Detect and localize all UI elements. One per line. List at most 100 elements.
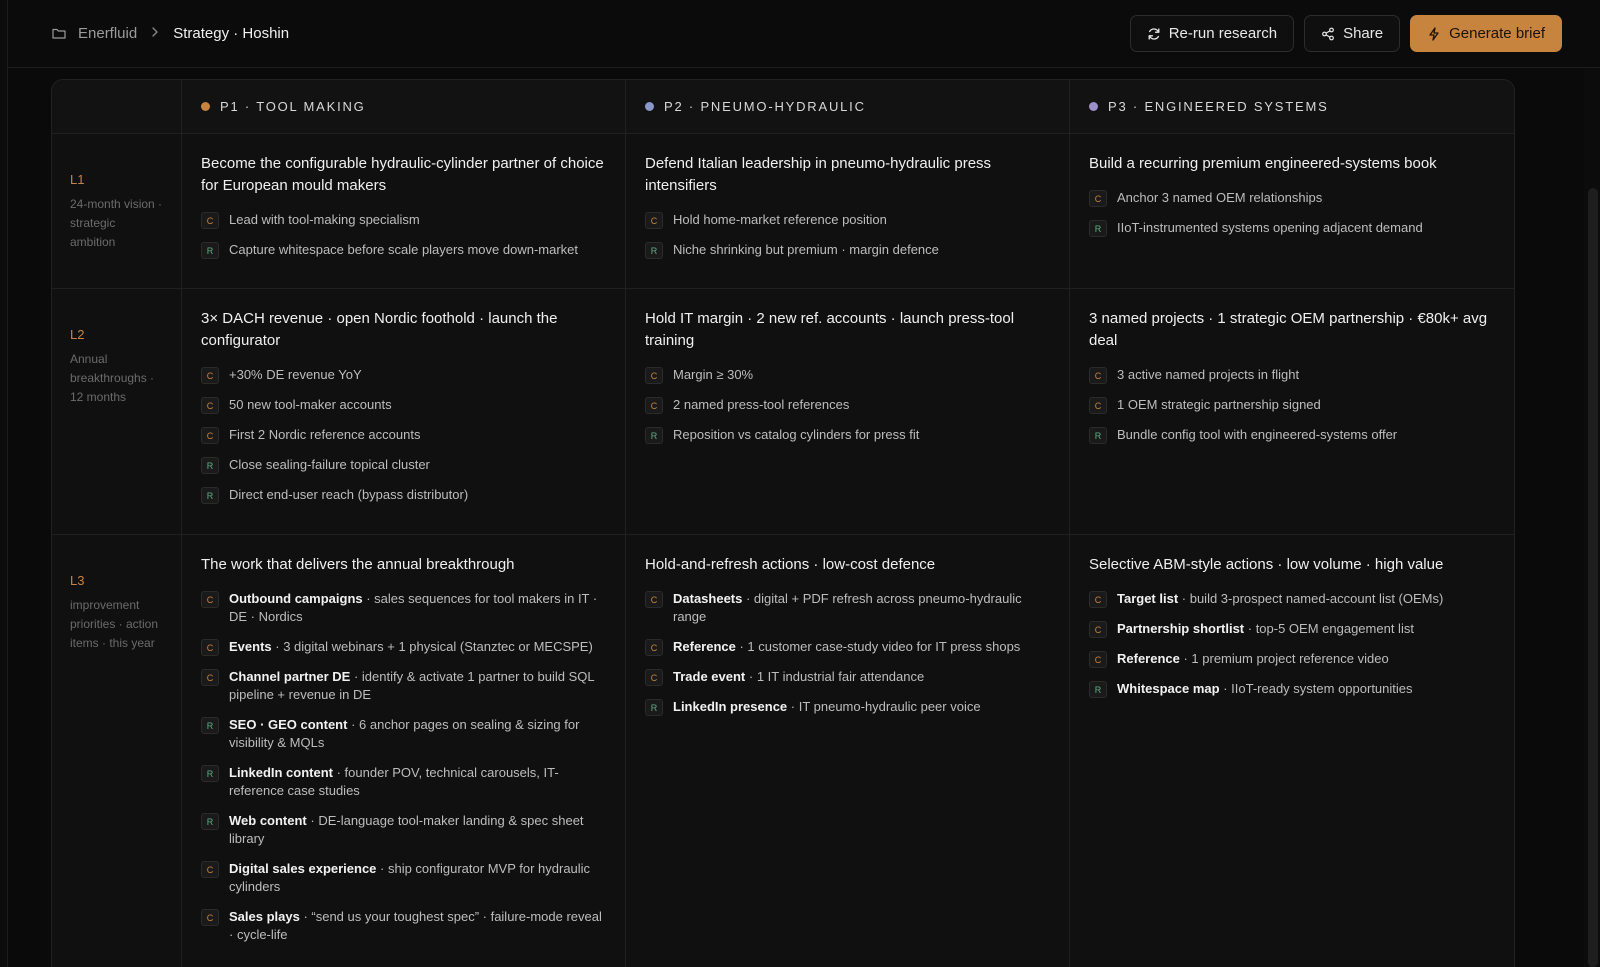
list-item[interactable]: C Digital sales experience · ship configu…	[201, 860, 606, 896]
item-text: Capture whitespace before scale players …	[229, 241, 578, 259]
list-item[interactable]: C Lead with tool-making specialism	[201, 211, 606, 229]
list-item[interactable]: R Web content · DE-language tool-maker la…	[201, 812, 606, 848]
item-text: Direct end-user reach (bypass distributo…	[229, 486, 468, 504]
list-item[interactable]: R Whitespace map · IIoT-ready system oppo…	[1089, 680, 1495, 698]
item-detail: Bundle config tool with engineered-syste…	[1117, 427, 1398, 442]
cell-items: C Target list · build 3-prospect named-ac…	[1089, 590, 1495, 698]
item-type-badge: C	[1089, 621, 1107, 638]
item-bold-label: Channel partner DE	[229, 669, 351, 684]
item-text: First 2 Nordic reference accounts	[229, 426, 420, 444]
item-detail: Lead with tool-making specialism	[229, 212, 420, 227]
matrix-cell-l2-p2[interactable]: Hold IT margin · 2 new ref. accounts · l…	[626, 289, 1070, 535]
left-rail	[0, 0, 8, 967]
list-item[interactable]: C Reference · 1 premium project reference…	[1089, 650, 1495, 668]
rerun-research-button[interactable]: Re-run research	[1129, 15, 1295, 52]
cell-title: Defend Italian leadership in pneumo-hydr…	[645, 155, 992, 194]
list-item[interactable]: R LinkedIn presence · IT pneumo-hydraulic…	[645, 698, 1050, 716]
item-text: Web content · DE-language tool-maker lan…	[229, 812, 606, 848]
item-detail: Hold home-market reference position	[673, 212, 887, 227]
share-button[interactable]: Share	[1304, 15, 1401, 52]
vertical-scrollbar[interactable]	[1584, 0, 1600, 967]
generate-brief-label: Generate brief	[1449, 25, 1545, 42]
list-item[interactable]: R Reposition vs catalog cylinders for pre…	[645, 426, 1050, 444]
list-item[interactable]: C Hold home-market reference position	[645, 211, 1050, 229]
list-item[interactable]: C 3 active named projects in flight	[1089, 366, 1495, 384]
item-text: Reposition vs catalog cylinders for pres…	[673, 426, 919, 444]
item-type-badge: C	[645, 639, 663, 656]
list-item[interactable]: C 2 named press-tool references	[645, 396, 1050, 414]
cell-title: Selective ABM-style actions · low volume…	[1089, 556, 1444, 573]
list-item[interactable]: C Datasheets · digital + PDF refresh acro…	[645, 590, 1050, 626]
level-label-l2: L2 Annual breakthroughs · 12 months	[52, 289, 182, 535]
cell-title: Become the configurable hydraulic-cylind…	[201, 155, 604, 194]
level-label-l1: L1 24-month vision · strategic ambition	[52, 134, 182, 289]
list-item[interactable]: C Reference · 1 customer case-study video…	[645, 638, 1050, 656]
item-detail: · 1 customer case-study video for IT pre…	[735, 639, 1021, 654]
item-detail: 50 new tool-maker accounts	[229, 397, 392, 412]
item-text: Sales plays · “send us your toughest spe…	[229, 908, 606, 944]
item-detail: · IT pneumo-hydraulic peer voice	[787, 699, 981, 714]
item-detail: Close sealing-failure topical cluster	[229, 457, 430, 472]
list-item[interactable]: R Capture whitespace before scale players…	[201, 241, 606, 259]
level-description: Annual breakthroughs · 12 months	[70, 352, 155, 404]
generate-brief-button[interactable]: Generate brief	[1410, 15, 1562, 52]
list-item[interactable]: R Direct end-user reach (bypass distribut…	[201, 486, 606, 504]
item-detail: · IIoT-ready system opportunities	[1219, 681, 1413, 696]
list-item[interactable]: R IIoT-instrumented systems opening adjac…	[1089, 219, 1495, 237]
item-bold-label: Datasheets	[673, 591, 743, 606]
matrix-cell-l1-p2[interactable]: Defend Italian leadership in pneumo-hydr…	[626, 134, 1070, 289]
item-type-badge: C	[1089, 397, 1107, 414]
share-label: Share	[1343, 25, 1384, 42]
item-bold-label: Outbound campaigns	[229, 591, 363, 606]
item-text: 50 new tool-maker accounts	[229, 396, 392, 414]
item-bold-label: Trade event	[673, 669, 746, 684]
item-detail: Niche shrinking but premium · margin def…	[673, 242, 939, 257]
item-bold-label: Target list	[1117, 591, 1179, 606]
list-item[interactable]: C +30% DE revenue YoY	[201, 366, 606, 384]
list-item[interactable]: R SEO · GEO content · 6 anchor pages on s…	[201, 716, 606, 752]
column-header-p3: P3 · ENGINEERED SYSTEMS	[1070, 80, 1514, 134]
hoshin-matrix: P1 · TOOL MAKING P2 · PNEUMO-HYDRAULIC P3 …	[51, 79, 1515, 967]
matrix-cell-l2-p1[interactable]: 3× DACH revenue · open Nordic foothold ·…	[182, 289, 626, 535]
item-detail: Direct end-user reach (bypass distributo…	[229, 487, 469, 502]
refresh-icon	[1147, 27, 1161, 41]
list-item[interactable]: C 50 new tool-maker accounts	[201, 396, 606, 414]
list-item[interactable]: C Partnership shortlist · top-5 OEM engag…	[1089, 620, 1495, 638]
breadcrumb-workspace[interactable]: Enerfluid	[78, 25, 137, 42]
cell-title: Hold IT margin · 2 new ref. accounts · l…	[645, 310, 1015, 349]
matrix-cell-l2-p3[interactable]: 3 named projects · 1 strategic OEM partn…	[1070, 289, 1514, 535]
list-item[interactable]: C 1 OEM strategic partnership signed	[1089, 396, 1495, 414]
list-item[interactable]: C Trade event · 1 IT industrial fair atte…	[645, 668, 1050, 686]
item-bold-label: Events	[229, 639, 272, 654]
scrollbar-thumb[interactable]	[1588, 188, 1598, 967]
item-detail: 1 OEM strategic partnership signed	[1117, 397, 1321, 412]
matrix-cell-l3-p1[interactable]: The work that delivers the annual breakt…	[182, 535, 626, 967]
list-item[interactable]: R Bundle config tool with engineered-syst…	[1089, 426, 1495, 444]
list-item[interactable]: C Sales plays · “send us your toughest sp…	[201, 908, 606, 944]
list-item[interactable]: C First 2 Nordic reference accounts	[201, 426, 606, 444]
matrix-cell-l3-p3[interactable]: Selective ABM-style actions · low volume…	[1070, 535, 1514, 967]
list-item[interactable]: C Events · 3 digital webinars + 1 physica…	[201, 638, 606, 656]
matrix-cell-l1-p1[interactable]: Become the configurable hydraulic-cylind…	[182, 134, 626, 289]
item-bold-label: LinkedIn presence	[673, 699, 788, 714]
item-text: Channel partner DE · identify & activate…	[229, 668, 606, 704]
matrix-cell-l1-p3[interactable]: Build a recurring premium engineered-sys…	[1070, 134, 1514, 289]
list-item[interactable]: C Anchor 3 named OEM relationships	[1089, 189, 1495, 207]
item-text: IIoT-instrumented systems opening adjace…	[1117, 219, 1423, 237]
level-tag: L2	[70, 327, 85, 342]
list-item[interactable]: C Channel partner DE · identify & activat…	[201, 668, 606, 704]
item-detail: Capture whitespace before scale players …	[229, 242, 579, 257]
list-item[interactable]: C Margin ≥ 30%	[645, 366, 1050, 384]
list-item[interactable]: R Close sealing-failure topical cluster	[201, 456, 606, 474]
top-bar: Enerfluid Strategy · Hoshin Re-run resea…	[8, 0, 1600, 68]
item-bold-label: Sales plays	[229, 909, 300, 924]
item-text: Hold home-market reference position	[673, 211, 887, 229]
list-item[interactable]: C Target list · build 3-prospect named-ac…	[1089, 590, 1495, 608]
pillar-dot	[645, 102, 654, 111]
list-item[interactable]: R Niche shrinking but premium · margin de…	[645, 241, 1050, 259]
matrix-cell-l3-p2[interactable]: Hold-and-refresh actions · low-cost defe…	[626, 535, 1070, 967]
list-item[interactable]: C Outbound campaigns · sales sequences fo…	[201, 590, 606, 626]
cell-items: C Datasheets · digital + PDF refresh acro…	[645, 590, 1050, 716]
list-item[interactable]: R LinkedIn content · founder POV, technic…	[201, 764, 606, 800]
item-type-badge: R	[645, 427, 663, 444]
